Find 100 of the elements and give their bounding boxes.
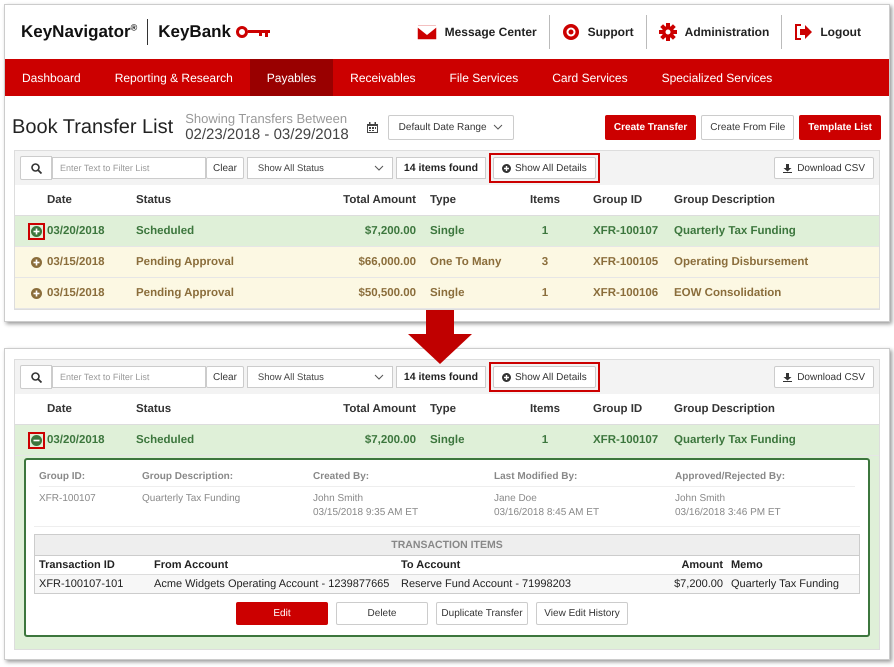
- table-cell: XFR-100107-101: [35, 574, 150, 593]
- table-row[interactable]: 03/20/2018 Scheduled $7,200.00 Single 1 XFR-100107 Quarterly Tax Funding: [15, 216, 879, 247]
- chevron-icon: [374, 374, 384, 380]
- field-value: 03/16/2018 3:46 PM ET: [675, 506, 782, 520]
- field-value: 03/16/2018 8:45 AM ET: [494, 506, 600, 520]
- chevron-icon: [374, 165, 384, 171]
- column-header: Status: [136, 403, 172, 415]
- table-cell-text: Quarterly Tax Funding: [674, 434, 797, 446]
- table-cell-text: 03/20/2018: [47, 225, 106, 237]
- bank-name: KeyBank: [158, 22, 232, 42]
- table-cell-text: 03/15/2018: [47, 287, 106, 299]
- table-cell-text: XFR-100107: [592, 225, 660, 237]
- show-details-button[interactable]: Show All Details: [493, 157, 596, 179]
- table-row[interactable]: 03/20/2018 Scheduled $7,200.00 Single 1 XFR-100107 Quarterly Tax Funding: [15, 425, 879, 456]
- field-label: Group ID:: [39, 466, 142, 487]
- nav-tab[interactable]: Specialized Services: [644, 59, 790, 96]
- column-header: Items: [528, 403, 562, 415]
- filter-field[interactable]: Enter Text to Filter List: [52, 366, 206, 388]
- column-header: Type: [429, 194, 457, 206]
- search-icon: [30, 162, 42, 174]
- status-dropdown[interactable]: Show All Status: [246, 366, 393, 388]
- field-value: John Smith: [313, 492, 364, 506]
- field-label: Approved/Rejected By:: [675, 466, 855, 487]
- nav-tab[interactable]: File Services: [432, 59, 536, 96]
- column-header: To Account: [400, 558, 462, 573]
- nav-tab[interactable]: Receivables: [333, 59, 433, 96]
- header-link[interactable]: Logout: [782, 24, 873, 40]
- nav-tab[interactable]: Payables: [250, 59, 334, 96]
- filter-field[interactable]: Enter Text to Filter List: [52, 157, 206, 179]
- field-label: Group Description:: [142, 466, 313, 487]
- table-cell-text: EOW Consolidation: [674, 287, 782, 299]
- plus-circle-icon: [502, 372, 512, 382]
- table-cell: Reserve Fund Account - 71998203: [397, 574, 637, 593]
- action-button[interactable]: Delete: [336, 602, 428, 625]
- nav-tab[interactable]: Card Services: [535, 59, 645, 96]
- nav-tab[interactable]: Dashboard: [5, 59, 98, 96]
- download-button[interactable]: Download CSV: [774, 366, 874, 388]
- download-icon: [783, 372, 792, 382]
- range-caption: Showing Transfers Between: [185, 111, 348, 126]
- item-count: 14 items found: [396, 366, 486, 388]
- action-button[interactable]: View Edit History: [536, 602, 628, 625]
- table-cell-text: Single: [429, 434, 466, 446]
- search-icon: [30, 372, 42, 382]
- table-row[interactable]: 03/15/2018 Pending Approval $50,500.00 Single 1 XFR-100106 EOW Consolidation: [15, 278, 879, 309]
- clear-button[interactable]: Clear: [206, 366, 244, 388]
- item-count: 14 items found: [396, 157, 486, 179]
- clear-button[interactable]: Clear: [206, 157, 244, 179]
- expand-button[interactable]: [28, 222, 45, 240]
- show-details-button[interactable]: Show All Details: [493, 366, 596, 388]
- plus-circle-icon: [31, 288, 42, 298]
- table-cell-text: $7,200.00: [364, 434, 416, 446]
- lifebuoy-icon: [562, 23, 580, 41]
- nav-tab[interactable]: Reporting & Research: [98, 59, 250, 96]
- table-cell-text: 03/20/2018: [47, 434, 106, 446]
- column-header: Group Description: [674, 194, 776, 206]
- header-link[interactable]: Administration: [646, 23, 782, 41]
- page-title: Book Transfer List: [12, 116, 174, 138]
- search-button[interactable]: [20, 365, 52, 389]
- action-button[interactable]: Duplicate Transfer: [436, 602, 528, 625]
- plus-circle-icon: [502, 164, 512, 172]
- action-button[interactable]: Edit: [236, 602, 328, 625]
- field-value: John Smith: [675, 492, 726, 506]
- table-cell-text: Pending Approval: [136, 287, 235, 299]
- status-dropdown[interactable]: Show All Status: [246, 157, 393, 179]
- action-button[interactable]: Create Transfer: [604, 114, 696, 140]
- field-value: XFR-100107: [39, 492, 97, 506]
- action-button[interactable]: Create From File: [701, 114, 794, 140]
- field-label: Last Modified By:: [494, 466, 675, 487]
- header-link[interactable]: Support: [550, 23, 646, 41]
- column-header: Total Amount: [342, 403, 416, 415]
- field-value: 03/15/2018 9:35 AM ET: [313, 506, 420, 520]
- action-button[interactable]: Template List: [799, 114, 881, 140]
- field-label: Created By:: [313, 466, 494, 487]
- brand-name: KeyNavigator$^{®}$: [21, 22, 138, 42]
- column-header: Amount: [680, 558, 724, 573]
- table-cell-text: 1: [540, 225, 550, 237]
- date-range: 02/23/2018 - 03/29/2018: [185, 126, 349, 143]
- table-cell: Quarterly Tax Funding: [727, 574, 859, 593]
- download-button[interactable]: Download CSV: [774, 157, 874, 179]
- header-link[interactable]: Message Center: [404, 24, 549, 40]
- plus-circle-icon: [31, 226, 42, 236]
- chevron-icon: [492, 124, 503, 130]
- logout-icon: [794, 24, 812, 40]
- table-cell-text: $50,500.00: [357, 287, 416, 299]
- calendar-icon: [366, 122, 378, 132]
- table-cell-text: 1: [540, 434, 550, 446]
- table-cell-text: XFR-100105: [592, 256, 660, 268]
- field-value: Quarterly Tax Funding: [142, 492, 242, 506]
- search-button[interactable]: [20, 156, 52, 180]
- settings-icon: [658, 23, 677, 41]
- expand-button[interactable]: [28, 432, 45, 448]
- table-cell-text: XFR-100106: [592, 287, 660, 299]
- column-header: Group ID: [592, 194, 644, 206]
- table-cell-text: 1: [540, 287, 550, 299]
- column-header: Transaction ID: [38, 558, 116, 573]
- date-range-dropdown[interactable]: Default Date Range: [388, 114, 514, 140]
- table-cell: $7,200.00: [637, 574, 727, 593]
- column-header: Status: [136, 194, 172, 206]
- field-value: Jane Doe: [494, 492, 538, 506]
- table-row[interactable]: 03/15/2018 Pending Approval $66,000.00 One To Many 3 XFR-100105 Operating Disbursement: [15, 247, 879, 278]
